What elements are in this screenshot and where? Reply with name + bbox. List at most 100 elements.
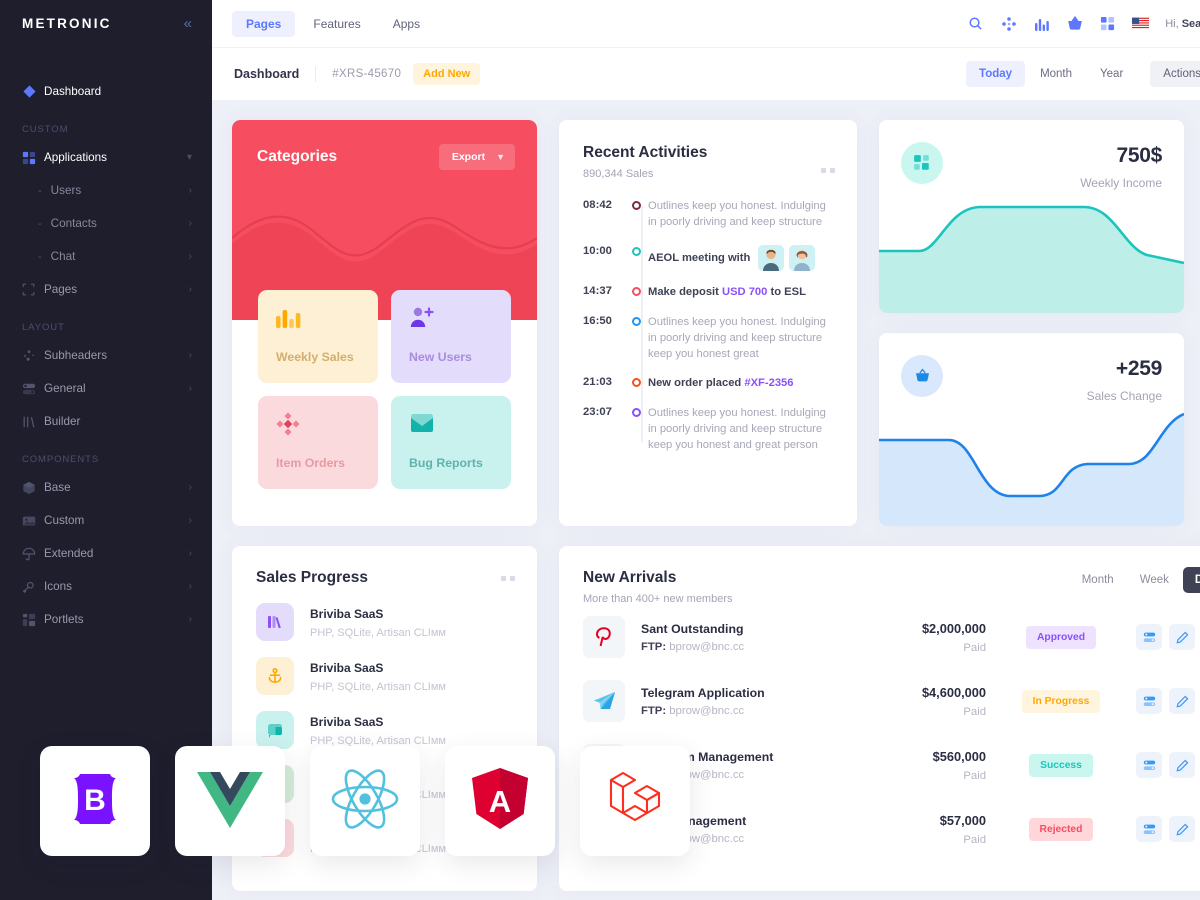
- chevron-right-icon: ›: [188, 185, 192, 196]
- edit-icon[interactable]: [1169, 752, 1195, 778]
- sidebar-item-pages[interactable]: Pages ›: [0, 273, 212, 306]
- bootstrap-logo-card[interactable]: B: [40, 746, 150, 856]
- react-logo: [330, 767, 400, 836]
- activity-text: Outlines keep you honest. Indulging in p…: [648, 315, 826, 360]
- settings-icon[interactable]: [1136, 816, 1162, 842]
- sidebar-item-dashboard[interactable]: Dashboard: [0, 75, 212, 108]
- activity-row: 08:42 Outlines keep you honest. Indulgin…: [583, 198, 835, 231]
- sidebar-item-applications[interactable]: Applications ▾: [0, 141, 212, 174]
- sales-progress-item[interactable]: Briviba SaaS PHP, SQLite, Artisan CLIмм: [256, 711, 515, 749]
- row-amount-value: $2,000,000: [921, 620, 986, 636]
- row-status: Success: [986, 753, 1136, 777]
- sales-progress-item[interactable]: Briviba SaaS PHP, SQLite, Artisan CLIмм: [256, 603, 515, 641]
- settings-icon[interactable]: [1136, 624, 1162, 650]
- vue-logo-card[interactable]: [175, 746, 285, 856]
- sidebar-item-portlets[interactable]: Portlets ›: [0, 603, 212, 636]
- activity-accent: USD 700: [721, 285, 768, 298]
- row-actions: [1136, 752, 1200, 778]
- search-icon[interactable]: [967, 15, 984, 32]
- row-ftp: FTP: bprow@bnc.cc: [641, 705, 856, 717]
- sidebar-item-subheaders[interactable]: Subheaders ›: [0, 339, 212, 372]
- sales-change-label: Sales Change: [1086, 389, 1162, 403]
- angular-logo-card[interactable]: A: [445, 746, 555, 856]
- sidebar-item-label: Dashboard: [44, 85, 102, 98]
- sidebar-item-label: Subheaders: [44, 349, 108, 362]
- anchor-icon: [256, 657, 294, 695]
- edit-icon[interactable]: [1169, 688, 1195, 714]
- activity-time: 14:37: [583, 284, 612, 297]
- actions-button[interactable]: Actions: [1150, 61, 1200, 87]
- sidebar-item-chat[interactable]: - Chat ›: [0, 240, 212, 273]
- sidebar-item-builder[interactable]: Builder: [0, 405, 212, 438]
- table-row[interactable]: Telegram Application FTP: bprow@bnc.cc $…: [583, 669, 1200, 733]
- row-title: Telegram Application: [641, 685, 765, 700]
- new-arrivals-subtitle: More than 400+ new members: [583, 593, 733, 605]
- range-toggle-week[interactable]: Week: [1128, 567, 1181, 593]
- tab-pages[interactable]: Pages: [232, 10, 296, 37]
- activity-time: 08:42: [583, 199, 612, 211]
- edit-icon[interactable]: [1169, 816, 1195, 842]
- bar-chart-icon[interactable]: [1033, 15, 1050, 32]
- category-tile-bug reports[interactable]: Bug Reports: [391, 396, 511, 489]
- row-ftp-value: bprow@bnc.cc: [669, 704, 745, 717]
- sidebar-item-custom[interactable]: Custom ›: [0, 504, 212, 537]
- export-label: Export: [451, 151, 486, 163]
- activity-row: 14:37 Make deposit USD 700 to ESL: [583, 284, 835, 301]
- range-toggle-month[interactable]: Month: [1070, 567, 1126, 593]
- basket-icon[interactable]: [1066, 15, 1083, 32]
- sales-progress-item[interactable]: Briviba SaaS PHP, SQLite, Artisan CLIмм: [256, 657, 515, 695]
- chevron-right-icon: ›: [188, 482, 192, 493]
- grid-icon[interactable]: [1099, 15, 1116, 32]
- sidebar-menu: Dashboard CUSTOM Applications ▾ - Users › -…: [0, 47, 212, 636]
- new-arrivals-title: New Arrivals: [583, 569, 677, 586]
- category-tile-new users[interactable]: New Users: [391, 290, 511, 383]
- new-arrivals-range-toggle: MonthWeekDay: [1070, 567, 1200, 593]
- books-icon: [256, 603, 294, 641]
- bar-chart-icon: [276, 310, 302, 332]
- subheader-actions: TodayMonthYearActions+: [966, 61, 1200, 87]
- svg-text:B: B: [84, 784, 106, 817]
- timeline-dot-icon: [631, 378, 641, 388]
- row-ftp-label: FTP:: [641, 640, 667, 653]
- content-row-top: Categories Export ▼ Weekly Sales New Use…: [232, 120, 1200, 526]
- breadcrumb-divider: [315, 66, 317, 82]
- connect-icon[interactable]: [1000, 15, 1017, 32]
- react-logo-card[interactable]: [310, 746, 420, 856]
- range-toggle-day[interactable]: Day: [1182, 567, 1200, 593]
- chevron-right-icon: ›: [188, 581, 192, 592]
- edit-icon[interactable]: [1169, 624, 1195, 650]
- activity-dot-column: [624, 244, 648, 271]
- row-status: Approved: [986, 625, 1136, 649]
- chevron-right-icon: ›: [188, 614, 192, 625]
- inbox-icon: [409, 414, 435, 438]
- sidebar-item-icons[interactable]: Icons ›: [0, 570, 212, 603]
- sidebar-item-users[interactable]: - Users ›: [0, 174, 212, 207]
- sidebar-item-extended[interactable]: Extended ›: [0, 537, 212, 570]
- sidebar-collapse-icon[interactable]: «: [184, 16, 192, 31]
- more-dots-icon[interactable]: [821, 168, 835, 173]
- tab-apps[interactable]: Apps: [379, 11, 434, 37]
- category-tile-item orders[interactable]: Item Orders: [258, 396, 378, 489]
- range-button-year[interactable]: Year: [1087, 61, 1136, 87]
- sidebar-item-label: Custom: [44, 514, 85, 527]
- more-dots-icon[interactable]: [501, 576, 515, 581]
- tab-features[interactable]: Features: [299, 11, 374, 37]
- sidebar-item-contacts[interactable]: - Contacts ›: [0, 207, 212, 240]
- chevron-right-icon: ›: [188, 515, 192, 526]
- laravel-logo-card[interactable]: [580, 746, 690, 856]
- category-tile-weekly sales[interactable]: Weekly Sales: [258, 290, 378, 383]
- export-button[interactable]: Export ▼: [438, 144, 515, 170]
- sidebar-item-base[interactable]: Base ›: [0, 471, 212, 504]
- settings-icon[interactable]: [1136, 688, 1162, 714]
- flag-us-icon[interactable]: [1132, 15, 1150, 32]
- sales-change-value: +259: [1115, 357, 1162, 380]
- settings-icon[interactable]: [1136, 752, 1162, 778]
- range-button-today[interactable]: Today: [966, 61, 1026, 87]
- dash-icon: -: [38, 184, 42, 197]
- sidebar-item-general[interactable]: General ›: [0, 372, 212, 405]
- add-new-button[interactable]: Add New: [413, 63, 481, 85]
- sales-progress-text: Briviba SaaS PHP, SQLite, Artisan CLIмм: [310, 605, 446, 639]
- range-button-month[interactable]: Month: [1027, 61, 1085, 87]
- table-row[interactable]: Sant Outstanding FTP: bprow@bnc.cc $2,00…: [583, 605, 1200, 669]
- chevron-right-icon: ›: [188, 218, 192, 229]
